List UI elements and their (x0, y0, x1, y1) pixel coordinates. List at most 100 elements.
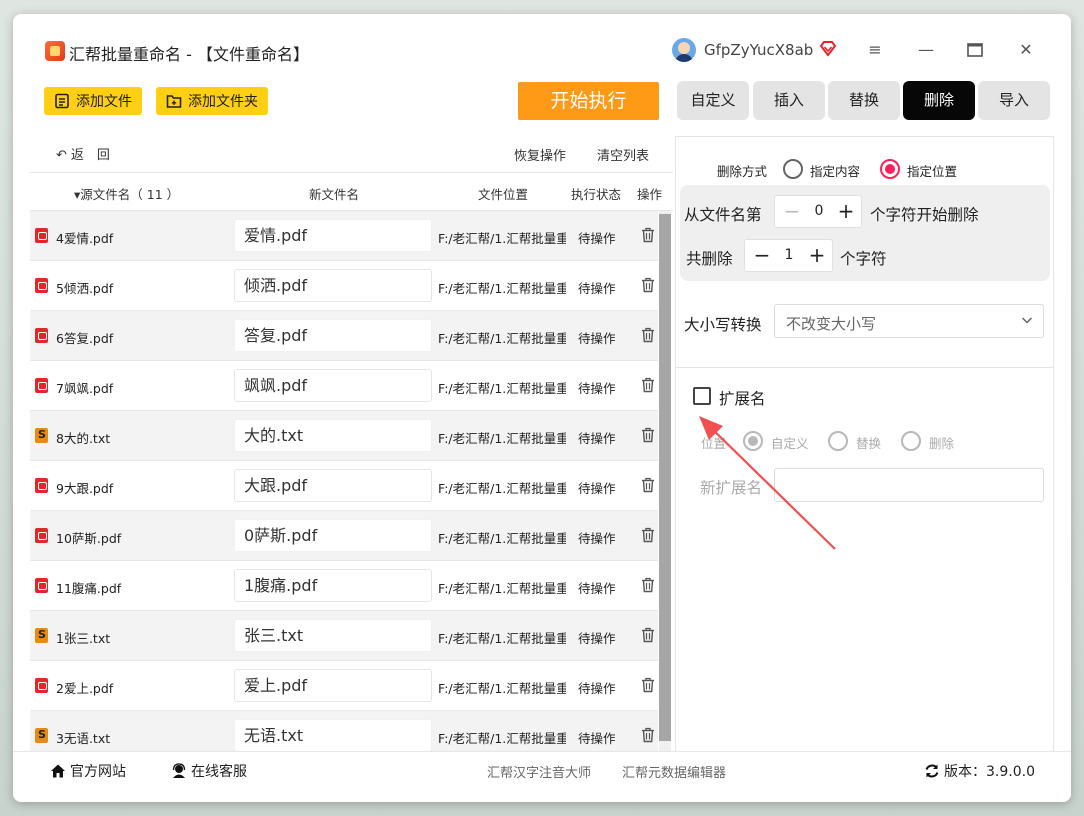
new-filename-input[interactable]: 0萨斯.pdf (234, 519, 432, 552)
pinyin-master-link[interactable]: 汇帮汉字注音大师 (487, 762, 591, 781)
metadata-editor-link[interactable]: 汇帮元数据编辑器 (622, 762, 726, 781)
recover-button[interactable]: 恢复操作 (514, 145, 566, 164)
new-extension-input[interactable] (774, 468, 1044, 502)
file-table-body: 4爱情.pdf爱情.pdfF:/老汇帮/1.汇帮批量重命名待操作5倾洒.pdf倾… (30, 211, 658, 751)
back-button[interactable]: ↶ 返 回 (56, 144, 110, 163)
execution-status: 待操作 (578, 681, 616, 696)
table-row[interactable]: 4爱情.pdf 爱情.pdf F:/老汇帮/1.汇帮批量重命名待操作 (30, 211, 658, 261)
delete-count-stepper[interactable]: − 1 + (744, 239, 833, 272)
header-source-name[interactable]: ▾源文件名（ 11 ） (74, 184, 179, 203)
official-website-link[interactable]: 官方网站 (50, 761, 126, 781)
new-filename-input[interactable]: 倾洒.pdf (234, 269, 432, 302)
new-filename-input[interactable]: 1腹痛.pdf (234, 569, 432, 602)
radio-specify-position[interactable] (880, 159, 900, 179)
trash-icon[interactable] (641, 727, 655, 743)
new-filename-input[interactable]: 大的.txt (234, 419, 432, 452)
radio-specify-content-label[interactable]: 指定内容 (810, 161, 860, 180)
new-filename-input[interactable]: 无语.txt (234, 719, 432, 751)
table-row[interactable]: 5倾洒.pdf 倾洒.pdf F:/老汇帮/1.汇帮批量重命名待操作 (30, 261, 658, 311)
radio-ext-custom-label[interactable]: 自定义 (771, 433, 809, 452)
radio-ext-delete[interactable] (901, 431, 921, 451)
tab-import[interactable]: 导入 (978, 81, 1050, 120)
start-decrement-button[interactable]: − (779, 196, 805, 227)
case-convert-select[interactable]: 不改变大小写 (774, 304, 1044, 338)
new-filename-input[interactable]: 答复.pdf (234, 319, 432, 352)
menu-icon[interactable]: ≡ (865, 40, 885, 60)
trash-icon[interactable] (641, 477, 655, 493)
radio-specify-position-label[interactable]: 指定位置 (907, 161, 957, 180)
radio-ext-delete-label[interactable]: 删除 (929, 433, 954, 452)
table-row[interactable]: 11腹痛.pdf 1腹痛.pdf F:/老汇帮/1.汇帮批量重命名待操作 (30, 561, 658, 611)
execution-status: 待操作 (578, 581, 616, 596)
start-position-value[interactable]: 0 (805, 196, 833, 227)
new-filename-input[interactable]: 飒飒.pdf (234, 369, 432, 402)
radio-ext-custom[interactable] (743, 431, 763, 451)
scrollbar-thumb[interactable] (659, 214, 671, 741)
table-row[interactable]: 1张三.txt 张三.txt F:/老汇帮/1.汇帮批量重命名待操作 (30, 611, 658, 661)
pdf-file-icon (35, 528, 48, 543)
source-filename: 2爱上.pdf (56, 681, 114, 696)
new-filename-input[interactable]: 大跟.pdf (234, 469, 432, 502)
source-filename: 6答复.pdf (56, 331, 114, 346)
customer-service-icon (172, 763, 186, 778)
trash-icon[interactable] (641, 227, 655, 243)
radio-ext-replace[interactable] (828, 431, 848, 451)
add-folder-label: 添加文件夹 (188, 94, 258, 110)
table-row[interactable]: 7飒飒.pdf 飒飒.pdf F:/老汇帮/1.汇帮批量重命名待操作 (30, 361, 658, 411)
online-support-label: 在线客服 (191, 764, 247, 780)
trash-icon[interactable] (641, 677, 655, 693)
txt-file-icon (35, 728, 48, 743)
table-row[interactable]: 2爱上.pdf 爱上.pdf F:/老汇帮/1.汇帮批量重命名待操作 (30, 661, 658, 711)
txt-file-icon (35, 428, 48, 443)
delete-mode-label: 删除方式 (717, 164, 768, 179)
new-filename-input[interactable]: 爱情.pdf (234, 219, 432, 252)
table-row[interactable]: 10萨斯.pdf 0萨斯.pdf F:/老汇帮/1.汇帮批量重命名待操作 (30, 511, 658, 561)
trash-icon[interactable] (641, 627, 655, 643)
tab-delete[interactable]: 删除 (903, 81, 975, 120)
online-support-link[interactable]: 在线客服 (171, 761, 247, 781)
file-location: F:/老汇帮/1.汇帮批量重命名 (438, 681, 566, 696)
table-row[interactable]: 8大的.txt 大的.txt F:/老汇帮/1.汇帮批量重命名待操作 (30, 411, 658, 461)
trash-icon[interactable] (641, 427, 655, 443)
extension-checkbox[interactable] (693, 387, 711, 405)
count-increment-button[interactable]: + (804, 240, 830, 271)
from-prefix-label: 从文件名第 (684, 206, 762, 224)
table-scrollbar[interactable] (659, 211, 671, 751)
add-file-button[interactable]: 添加文件 (44, 87, 142, 115)
start-button[interactable]: 开始执行 (518, 82, 659, 120)
table-row[interactable]: 3无语.txt 无语.txt F:/老汇帮/1.汇帮批量重命名待操作 (30, 711, 658, 751)
new-filename-input[interactable]: 张三.txt (234, 619, 432, 652)
extension-checkbox-label[interactable]: 扩展名 (719, 387, 766, 409)
start-increment-button[interactable]: + (833, 196, 859, 227)
add-folder-button[interactable]: 添加文件夹 (156, 87, 268, 115)
close-icon[interactable]: ✕ (1016, 40, 1036, 60)
source-filename: 8大的.txt (56, 431, 111, 446)
username[interactable]: GfpZyYucX8ab (704, 41, 813, 59)
new-filename-input[interactable]: 爱上.pdf (234, 669, 432, 702)
trash-icon[interactable] (641, 527, 655, 543)
tab-insert[interactable]: 插入 (753, 81, 825, 120)
trash-icon[interactable] (641, 277, 655, 293)
trash-icon[interactable] (641, 577, 655, 593)
table-row[interactable]: 9大跟.pdf 大跟.pdf F:/老汇帮/1.汇帮批量重命名待操作 (30, 461, 658, 511)
file-location: F:/老汇帮/1.汇帮批量重命名 (438, 731, 566, 746)
tab-replace[interactable]: 替换 (828, 81, 900, 120)
vip-diamond-icon[interactable] (819, 41, 837, 57)
maximize-icon[interactable] (965, 40, 985, 60)
add-file-icon (55, 93, 69, 109)
minimize-icon[interactable]: — (916, 40, 936, 60)
trash-icon[interactable] (641, 327, 655, 343)
user-avatar[interactable] (672, 38, 696, 62)
version-info[interactable]: 版本：3.9.0.0 (924, 761, 1035, 781)
table-row[interactable]: 6答复.pdf 答复.pdf F:/老汇帮/1.汇帮批量重命名待操作 (30, 311, 658, 361)
clear-list-button[interactable]: 清空列表 (597, 145, 649, 164)
radio-ext-replace-label[interactable]: 替换 (856, 433, 881, 452)
trash-icon[interactable] (641, 377, 655, 393)
start-position-stepper[interactable]: − 0 + (774, 195, 862, 228)
app-title: 汇帮批量重命名 - 【文件重命名】 (69, 45, 309, 64)
radio-specify-content[interactable] (783, 159, 803, 179)
file-location: F:/老汇帮/1.汇帮批量重命名 (438, 481, 566, 496)
tab-custom[interactable]: 自定义 (677, 81, 749, 120)
delete-count-value[interactable]: 1 (775, 240, 803, 271)
count-decrement-button[interactable]: − (749, 240, 775, 271)
